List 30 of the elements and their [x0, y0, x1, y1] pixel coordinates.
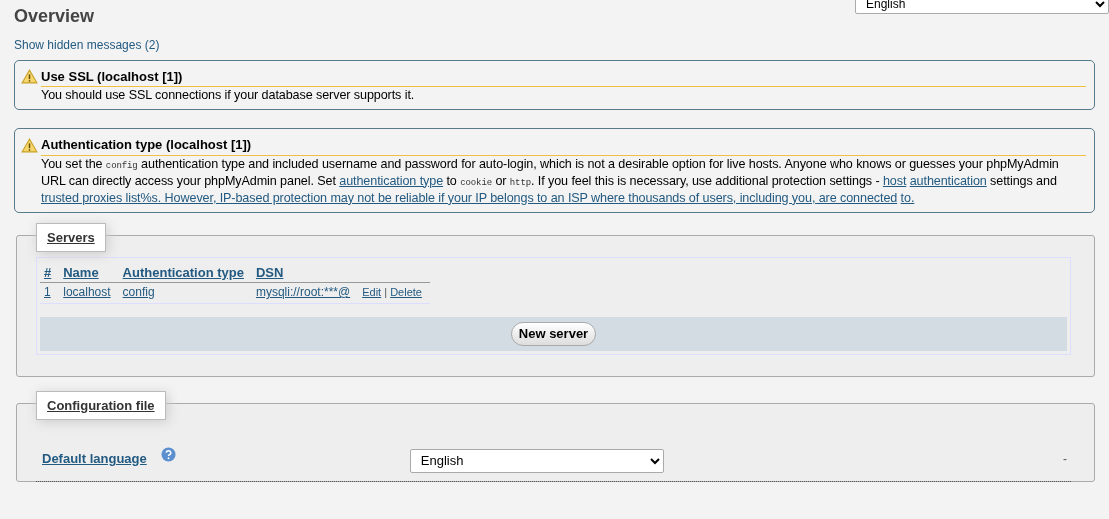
notice-text: You should use SSL connections if your database server supports it.: [41, 88, 416, 104]
column-header[interactable]: Name: [63, 264, 99, 280]
page-title: Overview: [14, 6, 95, 28]
table-cell-link[interactable]: localhost: [63, 285, 111, 300]
help-icon[interactable]: [160, 447, 176, 463]
language-select[interactable]: English: [409, 448, 664, 473]
notice-title: Authentication type (localhost [1]): [41, 135, 1086, 156]
link-separator: |: [383, 285, 389, 298]
language-select[interactable]: English: [855, 0, 1109, 14]
notice-text: You set the config authentication type and included username and password for auto-login, which is not a desirable option for live hosts. Anyone who knows or guesses your phpMyAdmin URL can directly access your phpMyAdmin panel. Set authentication type to cookie or http. If you feel this is necessary, use additional protection settings - host authentication settings and trusted proxies list%s. However, IP-based protection may not be reliable if your IP belongs to an ISP where thousands of users, including you, are connected to.: [41, 156, 1060, 206]
warning-icon: [21, 69, 38, 85]
text-link[interactable]: trusted proxies list%s. However, IP-based protection may not be reliable if your IP belongs to an ISP where thousands of users, including you, are connected: [41, 190, 898, 205]
text-link[interactable]: to.: [900, 190, 915, 205]
text-link[interactable]: authentication: [909, 173, 987, 188]
show-hidden-messages-link[interactable]: Show hidden messages (2): [14, 37, 160, 52]
table-cell-link[interactable]: config: [122, 285, 155, 300]
column-header[interactable]: DSN: [255, 264, 284, 280]
new-server-button[interactable]: New server: [510, 322, 597, 346]
delete-link[interactable]: Delete: [390, 285, 422, 298]
text-link[interactable]: host: [882, 173, 907, 188]
text-link[interactable]: authentication type: [339, 173, 444, 188]
table-cell-link[interactable]: 1: [44, 285, 51, 300]
table-cell-link[interactable]: mysqli://root:***@: [255, 285, 351, 300]
warning-icon: [21, 137, 38, 153]
notice-title: Use SSL (localhost [1]): [41, 66, 1086, 88]
column-header[interactable]: Authentication type: [122, 264, 244, 280]
default-value-text: -: [1063, 450, 1067, 468]
column-header[interactable]: #: [44, 264, 52, 280]
setting-label-link[interactable]: Default language: [42, 448, 147, 469]
edit-link[interactable]: Edit: [362, 285, 382, 298]
